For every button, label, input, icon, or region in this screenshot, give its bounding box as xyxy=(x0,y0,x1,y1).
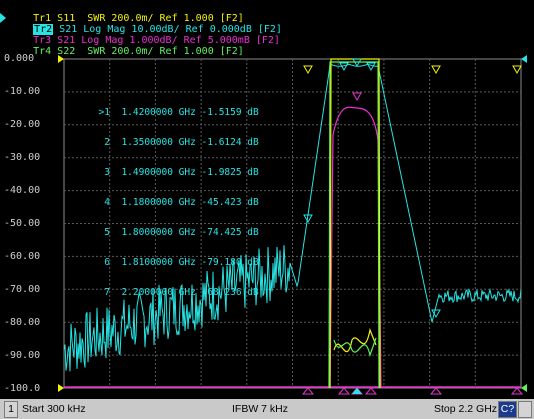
stimulus-marker-icon xyxy=(364,387,378,395)
marker-id: 7 xyxy=(104,287,110,298)
y-tick-label: -100.0 xyxy=(4,383,41,394)
marker-freq: 1.4900000 GHz xyxy=(121,167,196,178)
status-end-box xyxy=(518,401,532,418)
ref-arrow-icon xyxy=(58,55,64,63)
channel-indicator[interactable]: 1 xyxy=(4,401,18,418)
ref-arrow-bottom-right-icon xyxy=(521,384,527,392)
y-tick-label: -60.00 xyxy=(4,251,41,262)
y-tick-label: 0.000 xyxy=(4,53,35,64)
marker-id: 2 xyxy=(104,137,110,148)
stimulus-marker-icon xyxy=(429,387,443,395)
y-tick-label: -40.00 xyxy=(4,185,41,196)
marker-row[interactable]: 4 1.1800000 GHz -45.423 dB xyxy=(88,197,259,208)
stimulus-marker-icon xyxy=(301,387,315,395)
marker-value: -1.6124 dB xyxy=(201,137,259,148)
marker-value: -74.425 dB xyxy=(201,227,259,238)
marker-id: >1 xyxy=(98,107,110,118)
marker-row[interactable]: 6 1.8100000 GHz -79.180 dB xyxy=(88,257,259,268)
marker-freq: 1.1800000 GHz xyxy=(121,197,196,208)
marker-id: 5 xyxy=(104,227,110,238)
marker-freq: 1.8000000 GHz xyxy=(121,227,196,238)
marker-id: 3 xyxy=(104,167,110,178)
y-tick-label: -50.00 xyxy=(4,218,41,229)
marker-value: -45.423 dB xyxy=(201,197,259,208)
y-tick-label: -70.00 xyxy=(4,284,41,295)
marker-value: -79.180 dB xyxy=(201,257,259,268)
marker-row[interactable]: 7 2.2000000 GHz -68.236 dB xyxy=(88,287,259,298)
c2-indicator[interactable]: C? xyxy=(498,401,517,418)
marker-freq: 2.2000000 GHz xyxy=(121,287,196,298)
trace-s22-swr xyxy=(328,61,380,389)
marker-triangle-icon xyxy=(512,65,522,75)
stimulus-marker-icon xyxy=(337,387,351,395)
y-tick-label: -80.00 xyxy=(4,317,41,328)
start-frequency[interactable]: Start 300 kHz xyxy=(22,402,86,416)
ref-arrow-right-icon xyxy=(521,55,527,63)
ref-arrow-bottom-icon xyxy=(58,384,64,392)
marker-id: 6 xyxy=(104,257,110,268)
y-tick-label: -30.00 xyxy=(4,152,41,163)
y-tick-label: -20.00 xyxy=(4,119,41,130)
active-stimulus-marker-icon xyxy=(352,388,362,394)
marker-triangle-icon xyxy=(431,65,441,75)
plot-area[interactable] xyxy=(0,0,534,399)
analyzer-display: Tr1 S11 SWR 200.0m/ Ref 1.000 [F2] Tr2 S… xyxy=(0,0,534,399)
ifbw-setting[interactable]: IFBW 7 kHz xyxy=(232,402,288,416)
marker-value: -1.5159 dB xyxy=(201,107,259,118)
y-tick-label: -10.00 xyxy=(4,86,41,97)
stimulus-marker-icon xyxy=(510,387,524,395)
y-tick-label: -90.00 xyxy=(4,350,41,361)
marker-freq: 1.8100000 GHz xyxy=(121,257,196,268)
marker-triangle-icon xyxy=(352,92,362,102)
marker-value: -68.236 dB xyxy=(201,287,259,298)
marker-table: >1 1.4200000 GHz -1.5159 dB 2 1.3500000 … xyxy=(88,88,259,318)
marker-freq: 1.3500000 GHz xyxy=(121,137,196,148)
marker-freq: 1.4200000 GHz xyxy=(121,107,196,118)
marker-id: 4 xyxy=(104,197,110,208)
marker-triangle-icon xyxy=(303,65,313,75)
stop-frequency[interactable]: Stop 2.2 GHz xyxy=(434,402,497,416)
status-bar: 1 Start 300 kHz IFBW 7 kHz Stop 2.2 GHz … xyxy=(0,399,534,419)
marker-row[interactable]: 3 1.4900000 GHz -1.9825 dB xyxy=(88,167,259,178)
marker-value: -1.9825 dB xyxy=(201,167,259,178)
marker-row[interactable]: >1 1.4200000 GHz -1.5159 dB xyxy=(88,108,259,118)
marker-row[interactable]: 5 1.8000000 GHz -74.425 dB xyxy=(88,227,259,238)
marker-row[interactable]: 2 1.3500000 GHz -1.6124 dB xyxy=(88,137,259,148)
